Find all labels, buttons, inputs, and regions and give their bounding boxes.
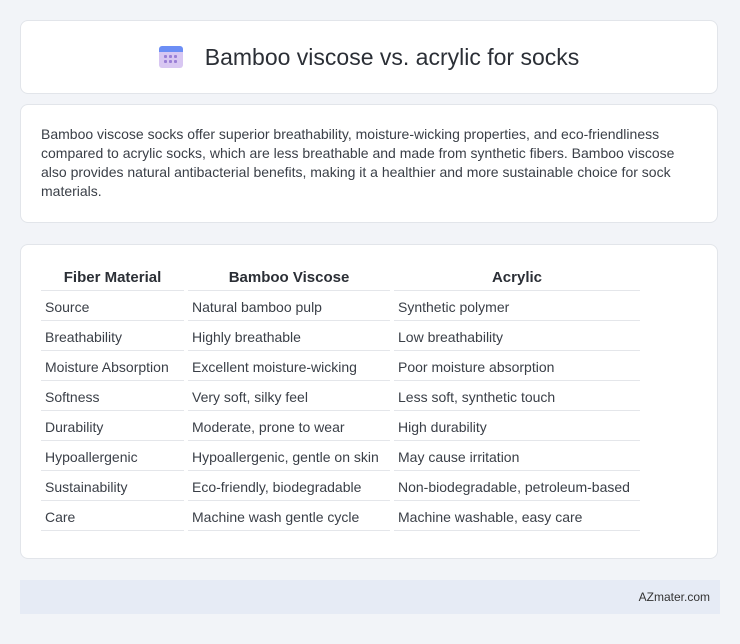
table-row: Durability Moderate, prone to wear High du…	[41, 411, 640, 441]
table-row: Moisture Absorption Excellent moisture-wi…	[41, 351, 640, 381]
table-cell: Hypoallergenic	[41, 441, 184, 471]
table-cell: Softness	[41, 381, 184, 411]
table-cell: Poor moisture absorption	[394, 351, 640, 381]
table-cell: Moisture Absorption	[41, 351, 184, 381]
table-cell: Excellent moisture-wicking	[188, 351, 390, 381]
table-cell: High durability	[394, 411, 640, 441]
table-cell: Non-biodegradable, petroleum-based	[394, 471, 640, 501]
table-row: Breathability Highly breathable Low breath…	[41, 321, 640, 351]
table-row: Sustainability Eco-friendly, biodegradabl…	[41, 471, 640, 501]
table-cell: Eco-friendly, biodegradable	[188, 471, 390, 501]
table-cell: Sustainability	[41, 471, 184, 501]
table-cell: Moderate, prone to wear	[188, 411, 390, 441]
table-cell: Natural bamboo pulp	[188, 291, 390, 321]
page-title: Bamboo viscose vs. acrylic for socks	[204, 43, 580, 70]
table-cell: Less soft, synthetic touch	[394, 381, 640, 411]
table-cell: Source	[41, 291, 184, 321]
table-row: Care Machine wash gentle cycle Machine was…	[41, 501, 640, 531]
column-header-acrylic: Acrylic	[394, 265, 640, 291]
footer-brand: AZmater.com	[638, 590, 710, 604]
table-cell: Breathability	[41, 321, 184, 351]
table-cell: Very soft, silky feel	[188, 381, 390, 411]
table-cell: Hypoallergenic, gentle on skin	[188, 441, 390, 471]
intro-card: Bamboo viscose socks offer superior brea…	[20, 104, 718, 223]
table-row: Softness Very soft, silky feel Less soft, …	[41, 381, 640, 411]
table-cell: Highly breathable	[188, 321, 390, 351]
table-row: Source Natural bamboo pulp Synthetic polym…	[41, 291, 640, 321]
table-cell: Durability	[41, 411, 184, 441]
column-header-fiber-material: Fiber Material	[41, 265, 184, 291]
table-cell: Machine wash gentle cycle	[188, 501, 390, 531]
intro-text: Bamboo viscose socks offer superior brea…	[41, 126, 675, 199]
title-card: Bamboo viscose vs. acrylic for socks	[20, 20, 718, 94]
table-body: Source Natural bamboo pulp Synthetic polym…	[41, 291, 640, 531]
comparison-card: Fiber Material Bamboo Viscose Acrylic So…	[20, 244, 718, 559]
table-cell: Low breathability	[394, 321, 640, 351]
table-cell: May cause irritation	[394, 441, 640, 471]
table-row: Hypoallergenic Hypoallergenic, gentle on …	[41, 441, 640, 471]
table-cell: Care	[41, 501, 184, 531]
table-header-row: Fiber Material Bamboo Viscose Acrylic	[41, 265, 640, 291]
table-cell: Synthetic polymer	[394, 291, 640, 321]
comparison-table: Fiber Material Bamboo Viscose Acrylic So…	[37, 265, 644, 531]
footer: AZmater.com	[20, 580, 720, 614]
table-cell: Machine washable, easy care	[394, 501, 640, 531]
calendar-icon	[158, 46, 183, 68]
column-header-bamboo-viscose: Bamboo Viscose	[188, 265, 390, 291]
